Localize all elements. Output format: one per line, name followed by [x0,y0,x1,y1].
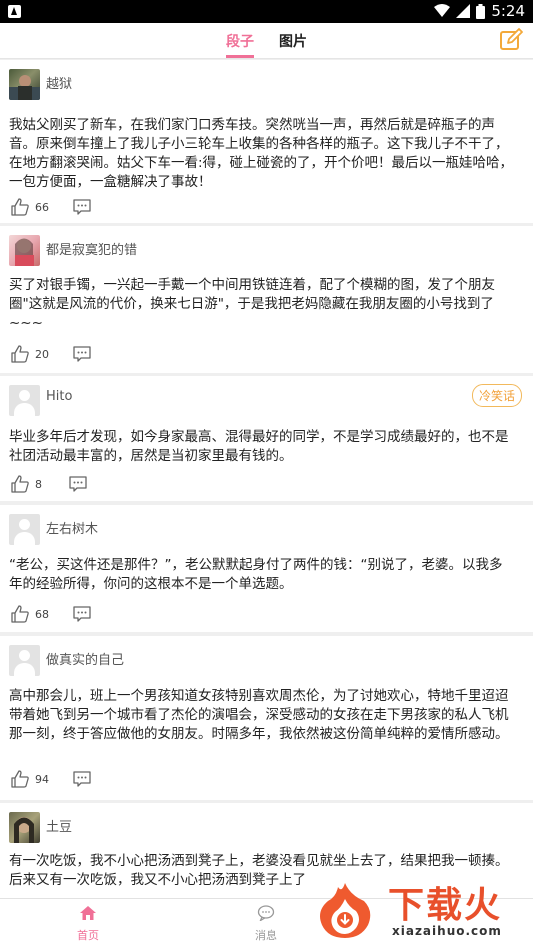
comment-icon[interactable] [73,771,91,787]
comment-icon[interactable] [73,606,91,622]
watermark-title: 下载火 [388,885,503,926]
flame-logo-icon [320,883,371,938]
tab-pictures[interactable]: 图片 [279,31,307,51]
message-icon [257,905,275,923]
notification-icon [8,5,21,18]
thumbs-up-icon[interactable] [11,198,29,216]
active-tab-indicator [226,55,254,58]
post-actions: 68 [11,604,91,624]
home-icon [80,906,96,920]
username[interactable]: 都是寂寞犯的错 [46,239,137,258]
post-actions: 94 [11,769,91,789]
watermark-url: xiazaihuo.com [392,924,502,938]
avatar-image [9,75,40,100]
username[interactable]: 做真实的自己 [46,649,124,668]
thumbs-up-icon[interactable] [11,770,29,788]
post-actions: 8 [11,474,87,494]
post-card[interactable]: 左右树木 “老公，买这件还是那件？”，老公默默起身付了两件的钱：“别说了，老婆。… [0,505,533,632]
comment-icon[interactable] [73,346,91,362]
post-actions: 20 [11,344,91,364]
top-nav: 段子 图片 [0,23,533,59]
avatar[interactable] [9,645,40,676]
watermark: 下载火 xiazaihuo.com [316,876,533,947]
username[interactable]: 土豆 [46,816,72,835]
battery-icon [476,3,486,19]
post-content[interactable]: 毕业多年后才发现，如今身家最高、混得最好的同学，不是学习成绩最好的，也不是社团活… [9,428,515,466]
like-count: 20 [35,347,49,361]
post-actions: 66 [11,197,91,217]
comment-icon[interactable] [73,199,91,215]
post-card[interactable]: Hito 冷笑话 毕业多年后才发现，如今身家最高、混得最好的同学，不是学习成绩最… [0,376,533,501]
post-card[interactable]: 越狱 我姑父刚买了新车，在我们家门口秀车技。突然咣当一声，再然后就是碎瓶子的声音… [0,60,533,223]
like-count: 66 [35,200,49,214]
post-card[interactable]: 都是寂寞犯的错 买了对银手镯，一兴起一手戴一个中间用铁链连着，配了个模糊的图，发… [0,226,533,373]
status-time: 5:24 [491,2,525,20]
avatar[interactable] [9,69,40,100]
post-content[interactable]: 买了对银手镯，一兴起一手戴一个中间用铁链连着，配了个模糊的图，发了个朋友圈"这就… [9,276,515,333]
avatar[interactable] [9,385,40,416]
thumbs-up-icon[interactable] [11,475,29,493]
wifi-icon [434,4,451,17]
avatar[interactable] [9,235,40,266]
status-icons: 5:24 [434,2,525,20]
username[interactable]: 越狱 [46,73,72,92]
status-bar: 5:24 [0,0,533,23]
post-card[interactable]: 做真实的自己 高中那会儿，班上一个男孩知道女孩特别喜欢周杰伦，为了讨她欢心，特地… [0,636,533,800]
tab-messages-label: 消息 [255,929,277,942]
comment-icon[interactable] [69,476,87,492]
avatar[interactable] [9,812,40,843]
tab-messages[interactable]: 消息 [236,905,296,943]
signal-icon [456,4,471,18]
like-count: 68 [35,607,49,621]
tab-jokes[interactable]: 段子 [226,31,254,51]
like-count: 94 [35,772,49,786]
post-content[interactable]: 高中那会儿，班上一个男孩知道女孩特别喜欢周杰伦，为了讨她欢心，特地千里迢迢带着她… [9,687,515,744]
joke-feed[interactable]: 越狱 我姑父刚买了新车，在我们家门口秀车技。突然咣当一声，再然后就是碎瓶子的声音… [0,60,533,898]
username[interactable]: 左右树木 [46,518,98,537]
username[interactable]: Hito [46,389,72,404]
tab-home-label: 首页 [77,929,99,942]
category-tag[interactable]: 冷笑话 [471,384,522,407]
post-content[interactable]: 我姑父刚买了新车，在我们家门口秀车技。突然咣当一声，再然后就是碎瓶子的声音。原来… [9,116,515,192]
avatar-image [14,817,34,843]
thumbs-up-icon[interactable] [11,345,29,363]
like-count: 8 [35,477,42,491]
thumbs-up-icon[interactable] [11,605,29,623]
avatar-image [15,238,34,266]
tab-home[interactable]: 首页 [58,905,118,943]
post-content[interactable]: “老公，买这件还是那件？”，老公默默起身付了两件的钱：“别说了，老婆。以我多年的… [9,556,515,594]
edit-icon[interactable] [499,28,523,52]
avatar[interactable] [9,514,40,545]
